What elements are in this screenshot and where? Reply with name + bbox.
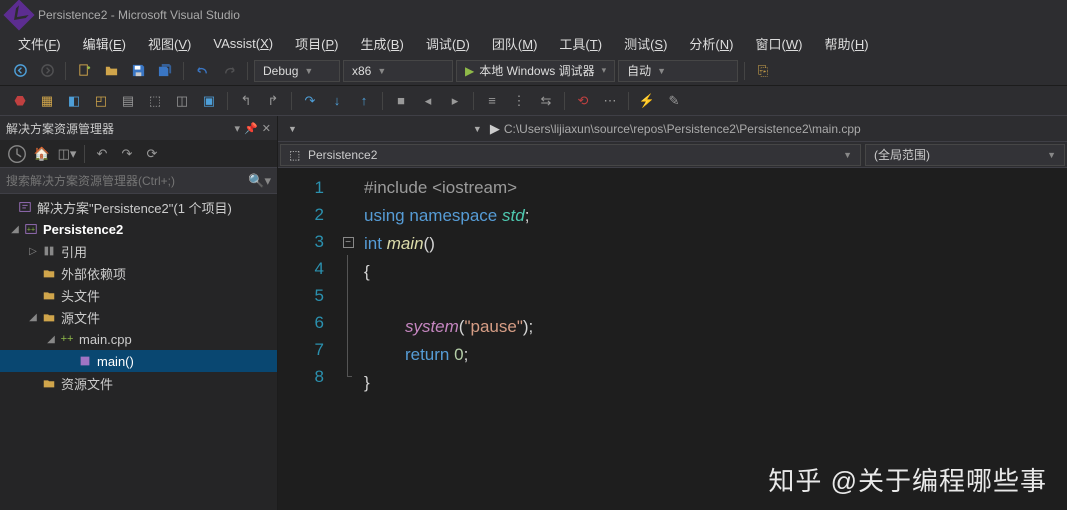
platform-dropdown[interactable]: x86▼ xyxy=(343,60,453,82)
home-icon[interactable]: 🏠 xyxy=(31,143,53,165)
tree-sources[interactable]: ◢源文件 xyxy=(0,306,277,328)
panel-close-icon[interactable]: ✕ xyxy=(262,122,271,135)
menu-n[interactable]: 分析(N) xyxy=(679,31,743,56)
tb2-icon[interactable]: ▤ xyxy=(116,89,140,113)
solution-tree: 解决方案"Persistence2"(1 个项目) ◢++Persistence… xyxy=(0,194,277,510)
fold-column: − xyxy=(338,168,358,510)
titlebar: Persistence2 - Microsoft Visual Studio xyxy=(0,0,1067,30)
nav-dropdown[interactable]: ▼ xyxy=(284,119,301,139)
menu-b[interactable]: 生成(B) xyxy=(350,31,413,56)
save-all-icon[interactable] xyxy=(153,59,177,83)
tb2-icon[interactable]: ⋯ xyxy=(598,89,622,113)
project-context-dropdown[interactable]: ⬚Persistence2▼ xyxy=(280,144,861,166)
tb2-icon[interactable]: ⟲ xyxy=(571,89,595,113)
auto-dropdown[interactable]: 自动▼ xyxy=(618,60,738,82)
code-editor[interactable]: 12345678 − #include <iostream> using nam… xyxy=(278,168,1067,510)
menu-h[interactable]: 帮助(H) xyxy=(814,31,878,56)
new-icon[interactable] xyxy=(72,59,96,83)
tb2-icon[interactable]: ◰ xyxy=(89,89,113,113)
step-over-icon[interactable]: ↷ xyxy=(298,89,322,113)
svg-text:++: ++ xyxy=(27,227,35,234)
tb2-icon[interactable]: ⋮ xyxy=(507,89,531,113)
file-path: C:\Users\lijiaxun\source\repos\Persisten… xyxy=(504,122,861,136)
tb2-icon[interactable]: ⬚ xyxy=(143,89,167,113)
tree-refs[interactable]: ▷引用 xyxy=(0,240,277,262)
search-input[interactable] xyxy=(6,174,248,188)
breadcrumb[interactable]: C:\Users\lijiaxun\source\repos\Persisten… xyxy=(504,122,1061,136)
tree-ext[interactable]: 外部依赖项 xyxy=(0,262,277,284)
tree-func-main[interactable]: main() xyxy=(0,350,277,372)
tb2-icon[interactable]: ◫ xyxy=(170,89,194,113)
tree-headers[interactable]: 头文件 xyxy=(0,284,277,306)
tree-project[interactable]: ◢++Persistence2 xyxy=(0,218,277,240)
menu-e[interactable]: 编辑(E) xyxy=(73,31,136,56)
step-into-icon[interactable]: ↓ xyxy=(325,89,349,113)
fwd-icon[interactable]: ↷ xyxy=(116,143,138,165)
tree-file-main[interactable]: ◢++main.cpp xyxy=(0,328,277,350)
tb2-icon[interactable]: ⇆ xyxy=(534,89,558,113)
step-out-icon[interactable]: ↑ xyxy=(352,89,376,113)
tb2-icon[interactable]: ≡ xyxy=(480,89,504,113)
tb2-icon[interactable]: ◂ xyxy=(416,89,440,113)
secondary-toolbar: ⬣ ▦ ◧ ◰ ▤ ⬚ ◫ ▣ ↰ ↱ ↷ ↓ ↑ ■ ◂ ▸ ≡ ⋮ ⇆ ⟲ … xyxy=(0,86,1067,116)
panel-pin-icon[interactable]: 📌 xyxy=(244,122,258,135)
scope-context-dropdown[interactable]: (全局范围)▼ xyxy=(865,144,1065,166)
redo-icon[interactable] xyxy=(217,59,241,83)
chevron-right-icon: ▶ xyxy=(490,121,500,137)
tb2-icon[interactable]: ▦ xyxy=(35,89,59,113)
search-icon[interactable]: 🔍▾ xyxy=(248,173,271,189)
code-content[interactable]: #include <iostream> using namespace std;… xyxy=(358,168,1067,510)
tb2-icon[interactable]: ▣ xyxy=(197,89,221,113)
fold-toggle[interactable]: − xyxy=(343,237,354,248)
save-icon[interactable] xyxy=(126,59,150,83)
vs-logo-icon xyxy=(3,0,34,31)
undo-icon[interactable] xyxy=(190,59,214,83)
menu-f[interactable]: 文件(F) xyxy=(8,31,71,56)
menu-s[interactable]: 测试(S) xyxy=(614,31,677,56)
main-toolbar: Debug▼ x86▼ ▶本地 Windows 调试器▾ 自动▼ ⎘ xyxy=(0,56,1067,86)
menu-d[interactable]: 调试(D) xyxy=(416,31,480,56)
start-debug-button[interactable]: ▶本地 Windows 调试器▾ xyxy=(456,60,615,82)
tb2-icon[interactable]: ↰ xyxy=(234,89,258,113)
tb2-icon[interactable]: ⚡ xyxy=(635,89,659,113)
menu-x[interactable]: VAssist(X) xyxy=(203,33,283,54)
panel-header: 解决方案资源管理器 ▾ 📌 ✕ xyxy=(0,116,277,140)
panel-toolbar: 🏠 ◫▾ ↶ ↷ ⟳ xyxy=(0,140,277,168)
config-dropdown[interactable]: Debug▼ xyxy=(254,60,340,82)
tree-solution[interactable]: 解决方案"Persistence2"(1 个项目) xyxy=(0,196,277,218)
menubar: 文件(F)编辑(E)视图(V)VAssist(X)项目(P)生成(B)调试(D)… xyxy=(0,30,1067,56)
menu-w[interactable]: 窗口(W) xyxy=(746,31,813,56)
tb2-icon[interactable]: ✎ xyxy=(662,89,686,113)
solution-search[interactable]: 🔍▾ xyxy=(0,168,277,194)
watermark: 知乎 @关于编程哪些事 xyxy=(768,461,1047,498)
home-icon[interactable] xyxy=(6,143,28,165)
nav-fwd-icon[interactable] xyxy=(35,59,59,83)
nav-back-icon[interactable] xyxy=(8,59,32,83)
line-numbers: 12345678 xyxy=(278,168,338,510)
editor: ▼ ▼ ▶ C:\Users\lijiaxun\source\repos\Per… xyxy=(278,116,1067,510)
sync-icon[interactable]: ◫▾ xyxy=(56,143,78,165)
context-bar: ⬚Persistence2▼ (全局范围)▼ xyxy=(278,142,1067,168)
tb2-icon[interactable]: ◧ xyxy=(62,89,86,113)
menu-m[interactable]: 团队(M) xyxy=(482,31,548,56)
menu-p[interactable]: 项目(P) xyxy=(285,31,348,56)
menu-t[interactable]: 工具(T) xyxy=(549,31,612,56)
menu-v[interactable]: 视图(V) xyxy=(138,31,201,56)
window-title: Persistence2 - Microsoft Visual Studio xyxy=(38,8,240,22)
tb2-icon[interactable]: ↱ xyxy=(261,89,285,113)
back-icon[interactable]: ↶ xyxy=(91,143,113,165)
extra-icon[interactable]: ⎘ xyxy=(751,59,775,83)
panel-menu-icon[interactable]: ▾ xyxy=(235,122,241,135)
bookmark-icon[interactable]: ■ xyxy=(389,89,413,113)
open-icon[interactable] xyxy=(99,59,123,83)
tb2-icon[interactable]: ▸ xyxy=(443,89,467,113)
tree-resources[interactable]: 资源文件 xyxy=(0,372,277,394)
panel-title: 解决方案资源管理器 xyxy=(6,120,114,137)
refresh-icon[interactable]: ⟳ xyxy=(141,143,163,165)
nav-dropdown[interactable]: ▼ xyxy=(469,119,486,139)
tb2-icon[interactable]: ⬣ xyxy=(8,89,32,113)
solution-explorer: 解决方案资源管理器 ▾ 📌 ✕ 🏠 ◫▾ ↶ ↷ ⟳ 🔍▾ 解决方案"Persi… xyxy=(0,116,278,510)
editor-nav: ▼ ▼ ▶ C:\Users\lijiaxun\source\repos\Per… xyxy=(278,116,1067,142)
